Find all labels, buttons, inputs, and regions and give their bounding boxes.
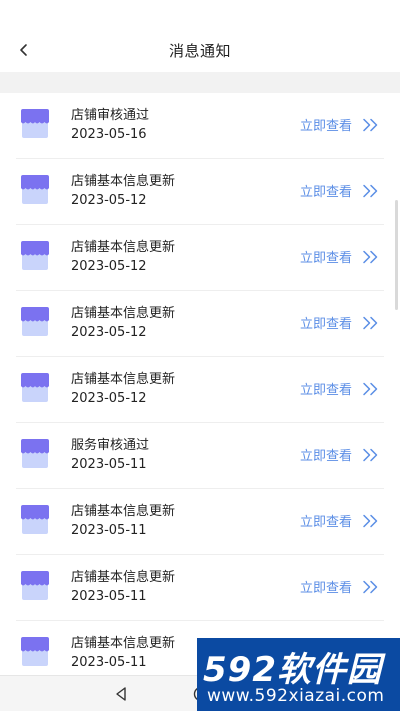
notification-title: 店铺基本信息更新 bbox=[71, 636, 176, 651]
list-item[interactable]: 店铺基本信息更新 2023-05-12 立即查看 bbox=[16, 225, 384, 291]
notification-title: 店铺基本信息更新 bbox=[71, 372, 176, 387]
double-chevron-right-icon bbox=[363, 580, 378, 593]
notification-title: 店铺基本信息更新 bbox=[71, 504, 176, 519]
view-now-label: 立即查看 bbox=[299, 251, 352, 266]
notification-date: 2023-05-12 bbox=[71, 193, 147, 208]
double-chevron-right-icon bbox=[363, 250, 378, 263]
shop-icon bbox=[21, 109, 49, 138]
list-item[interactable]: 店铺基本信息更新 2023-05-11 立即查看 bbox=[16, 489, 384, 555]
double-chevron-right-icon bbox=[363, 118, 378, 131]
shop-icon bbox=[21, 439, 49, 468]
notification-list: 店铺审核通过 2023-05-16 立即查看 店铺基本信息更新 2023-05-12 立即… bbox=[0, 93, 400, 675]
notification-title: 店铺基本信息更新 bbox=[71, 570, 176, 585]
double-chevron-right-icon bbox=[363, 316, 378, 329]
notification-date: 2023-05-11 bbox=[71, 655, 147, 670]
list-item[interactable]: 店铺基本信息更新 2023-05-12 立即查看 bbox=[16, 357, 384, 423]
notification-date: 2023-05-12 bbox=[71, 259, 147, 274]
shop-icon bbox=[21, 637, 49, 666]
list-item[interactable]: 店铺审核通过 2023-05-16 立即查看 bbox=[16, 93, 384, 159]
notification-date: 2023-05-16 bbox=[71, 127, 147, 142]
notification-date: 2023-05-11 bbox=[71, 589, 147, 604]
shop-icon bbox=[21, 571, 49, 600]
double-chevron-right-icon bbox=[363, 514, 378, 527]
double-chevron-right-icon bbox=[363, 448, 378, 461]
watermark-url: www.592xiazai.com bbox=[207, 686, 385, 706]
shop-icon bbox=[21, 505, 49, 534]
watermark-logo: 592软件园 www.592xiazai.com bbox=[197, 638, 400, 711]
watermark-brand: 592软件园 bbox=[203, 650, 382, 690]
triangle-back-icon[interactable] bbox=[112, 685, 130, 703]
notification-date: 2023-05-11 bbox=[71, 523, 147, 538]
view-now-label: 立即查看 bbox=[299, 185, 352, 200]
view-now-button[interactable]: 立即查看 bbox=[300, 577, 380, 596]
view-now-button[interactable]: 立即查看 bbox=[300, 247, 380, 266]
notification-title: 店铺基本信息更新 bbox=[71, 306, 176, 321]
list-item[interactable]: 店铺基本信息更新 2023-05-11 立即查看 bbox=[16, 555, 384, 621]
notification-date: 2023-05-11 bbox=[71, 457, 147, 472]
view-now-label: 立即查看 bbox=[299, 449, 352, 464]
view-now-button[interactable]: 立即查看 bbox=[300, 181, 380, 200]
view-now-button[interactable]: 立即查看 bbox=[300, 445, 380, 464]
app-screen: 消息通知 店铺审核通过 2023-05-16 立即查看 店铺基本信息更新 2023-05… bbox=[0, 0, 400, 711]
list-item[interactable]: 服务审核通过 2023-05-11 立即查看 bbox=[16, 423, 384, 489]
view-now-button[interactable]: 立即查看 bbox=[300, 313, 380, 332]
shop-icon bbox=[21, 373, 49, 402]
notification-title: 店铺基本信息更新 bbox=[71, 240, 176, 255]
notification-title: 店铺审核通过 bbox=[71, 108, 150, 123]
page-title: 消息通知 bbox=[168, 42, 231, 60]
shop-icon bbox=[21, 241, 49, 270]
notification-title: 服务审核通过 bbox=[71, 438, 150, 453]
view-now-label: 立即查看 bbox=[299, 581, 352, 596]
view-now-button[interactable]: 立即查看 bbox=[300, 115, 380, 134]
list-item[interactable]: 店铺基本信息更新 2023-05-12 立即查看 bbox=[16, 159, 384, 225]
view-now-button[interactable]: 立即查看 bbox=[300, 379, 380, 398]
notification-date: 2023-05-12 bbox=[71, 325, 147, 340]
top-bar: 消息通知 bbox=[0, 0, 400, 72]
double-chevron-right-icon bbox=[363, 184, 378, 197]
view-now-label: 立即查看 bbox=[299, 317, 352, 332]
notification-title: 店铺基本信息更新 bbox=[71, 174, 176, 189]
shop-icon bbox=[21, 307, 49, 336]
double-chevron-right-icon bbox=[363, 382, 378, 395]
notification-date: 2023-05-12 bbox=[71, 391, 147, 406]
list-item[interactable]: 店铺基本信息更新 2023-05-12 立即查看 bbox=[16, 291, 384, 357]
shop-icon bbox=[21, 175, 49, 204]
view-now-label: 立即查看 bbox=[299, 383, 352, 398]
section-divider bbox=[0, 72, 400, 93]
view-now-label: 立即查看 bbox=[299, 515, 352, 530]
view-now-button[interactable]: 立即查看 bbox=[300, 511, 380, 530]
view-now-label: 立即查看 bbox=[299, 119, 352, 134]
scrollbar[interactable] bbox=[395, 200, 398, 310]
